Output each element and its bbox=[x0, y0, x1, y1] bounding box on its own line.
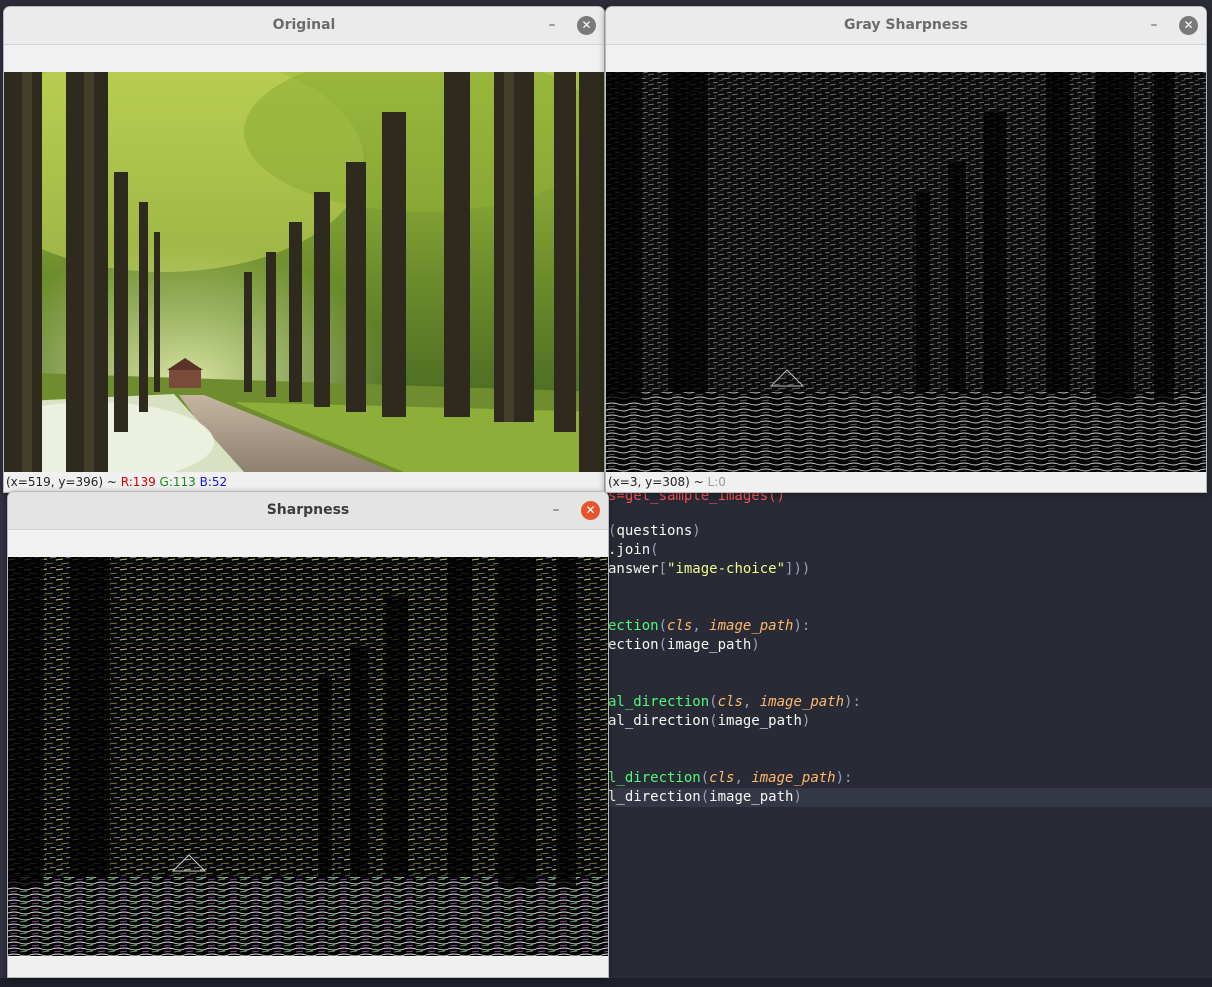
code-token: ) bbox=[801, 713, 811, 729]
sharpness-statusbar bbox=[8, 956, 608, 977]
code-token: ])) bbox=[785, 561, 811, 577]
code-token: image_path bbox=[717, 713, 802, 729]
red-value: R:139 bbox=[120, 475, 156, 489]
code-line[interactable]: .join( bbox=[608, 541, 659, 560]
code-line[interactable]: l_direction(image_path) bbox=[608, 788, 1212, 807]
code-token: , bbox=[734, 770, 752, 786]
original-statusbar: (x=519, y=396) ~ R:139 G:113 B:52 bbox=[4, 472, 604, 492]
forest-photo[interactable] bbox=[4, 72, 604, 472]
code-token: ): bbox=[793, 618, 811, 634]
green-value: G:113 bbox=[159, 475, 196, 489]
code-token: cls bbox=[709, 770, 735, 786]
code-line[interactable]: (questions) bbox=[608, 522, 701, 541]
minimize-button[interactable]: – bbox=[1144, 15, 1164, 35]
original-toolbar bbox=[4, 45, 604, 73]
code-token: ( bbox=[709, 713, 718, 729]
gray-titlebar[interactable]: Gray Sharpness – ✕ bbox=[606, 7, 1206, 45]
code-line[interactable]: al_direction(image_path) bbox=[608, 712, 810, 731]
code-token: ): bbox=[844, 694, 861, 710]
code-line[interactable]: ection(image_path) bbox=[608, 636, 760, 655]
code-token: image_path bbox=[667, 637, 752, 653]
original-window-title: Original bbox=[272, 17, 336, 33]
gray-statusbar: (x=3, y=308) ~ L:0 bbox=[606, 472, 1206, 492]
code-token: image_path bbox=[709, 789, 794, 805]
code-line[interactable]: answer["image-choice"])) bbox=[608, 560, 810, 579]
gray-edge-map bbox=[606, 72, 1206, 472]
sharpness-window[interactable]: Sharpness – ✕ bbox=[8, 492, 608, 977]
gray-sharpness-image[interactable] bbox=[606, 72, 1206, 472]
code-token: ( bbox=[658, 618, 668, 634]
code-token: "image-choice" bbox=[667, 561, 786, 577]
cursor-coords: (x=519, y=396) ~ bbox=[6, 475, 121, 489]
code-token: l_direction bbox=[608, 789, 701, 805]
code-token: , bbox=[742, 694, 760, 710]
code-token: cls bbox=[717, 694, 743, 710]
code-token: ( bbox=[700, 770, 710, 786]
code-token: image_path bbox=[759, 694, 845, 710]
close-button[interactable]: ✕ bbox=[577, 16, 596, 35]
sharpness-image[interactable] bbox=[8, 557, 608, 956]
gray-toolbar bbox=[606, 45, 1206, 73]
code-token: ): bbox=[835, 770, 853, 786]
code-token: ) bbox=[793, 789, 802, 805]
code-token: ) bbox=[692, 523, 701, 539]
sharpness-window-title: Sharpness bbox=[266, 502, 350, 518]
close-button[interactable]: ✕ bbox=[1179, 16, 1198, 35]
code-line[interactable]: ection(cls, image_path): bbox=[608, 617, 810, 636]
cursor-coords: (x=3, y=308) ~ bbox=[608, 475, 708, 489]
original-window[interactable]: Original – ✕ (x=519, y=396) ~ R:139 G:11… bbox=[4, 7, 604, 492]
code-token: ) bbox=[751, 637, 760, 653]
code-token: .join bbox=[608, 542, 651, 558]
code-token: image_path bbox=[709, 618, 794, 634]
code-token: l_direction bbox=[608, 770, 701, 786]
code-token: ection bbox=[608, 618, 659, 634]
code-token: al_direction bbox=[608, 713, 710, 729]
code-token: questions bbox=[616, 523, 693, 539]
luminance-value: L:0 bbox=[707, 475, 726, 489]
code-token: cls bbox=[667, 618, 693, 634]
blue-value: B:52 bbox=[199, 475, 228, 489]
code-token: answer bbox=[608, 561, 659, 577]
code-line[interactable]: l_direction(cls, image_path): bbox=[608, 769, 852, 788]
original-titlebar[interactable]: Original – ✕ bbox=[4, 7, 604, 45]
code-token: ection bbox=[608, 637, 659, 653]
gray-window-title: Gray Sharpness bbox=[844, 17, 968, 33]
close-button[interactable]: ✕ bbox=[581, 501, 600, 520]
code-token: , bbox=[692, 618, 710, 634]
gray-sharpness-window[interactable]: Gray Sharpness – ✕ (x=3, y=308) ~ L:0 bbox=[606, 7, 1206, 492]
code-token: [ bbox=[658, 561, 668, 577]
code-token: al_direction bbox=[608, 694, 710, 710]
forest-photo-image bbox=[4, 72, 604, 472]
code-token: ( bbox=[709, 694, 718, 710]
sharpness-titlebar[interactable]: Sharpness – ✕ bbox=[8, 492, 608, 530]
minimize-button[interactable]: – bbox=[542, 15, 562, 35]
editor-bottom-bar bbox=[0, 978, 1212, 987]
code-line[interactable]: al_direction(cls, image_path): bbox=[608, 693, 861, 712]
sharpness-toolbar bbox=[8, 530, 608, 558]
code-token: ( bbox=[650, 542, 659, 558]
code-token: ( bbox=[658, 637, 668, 653]
code-token: image_path bbox=[751, 770, 836, 786]
color-edge-map bbox=[8, 557, 608, 956]
code-token: ( bbox=[700, 789, 710, 805]
minimize-button[interactable]: – bbox=[546, 500, 566, 520]
